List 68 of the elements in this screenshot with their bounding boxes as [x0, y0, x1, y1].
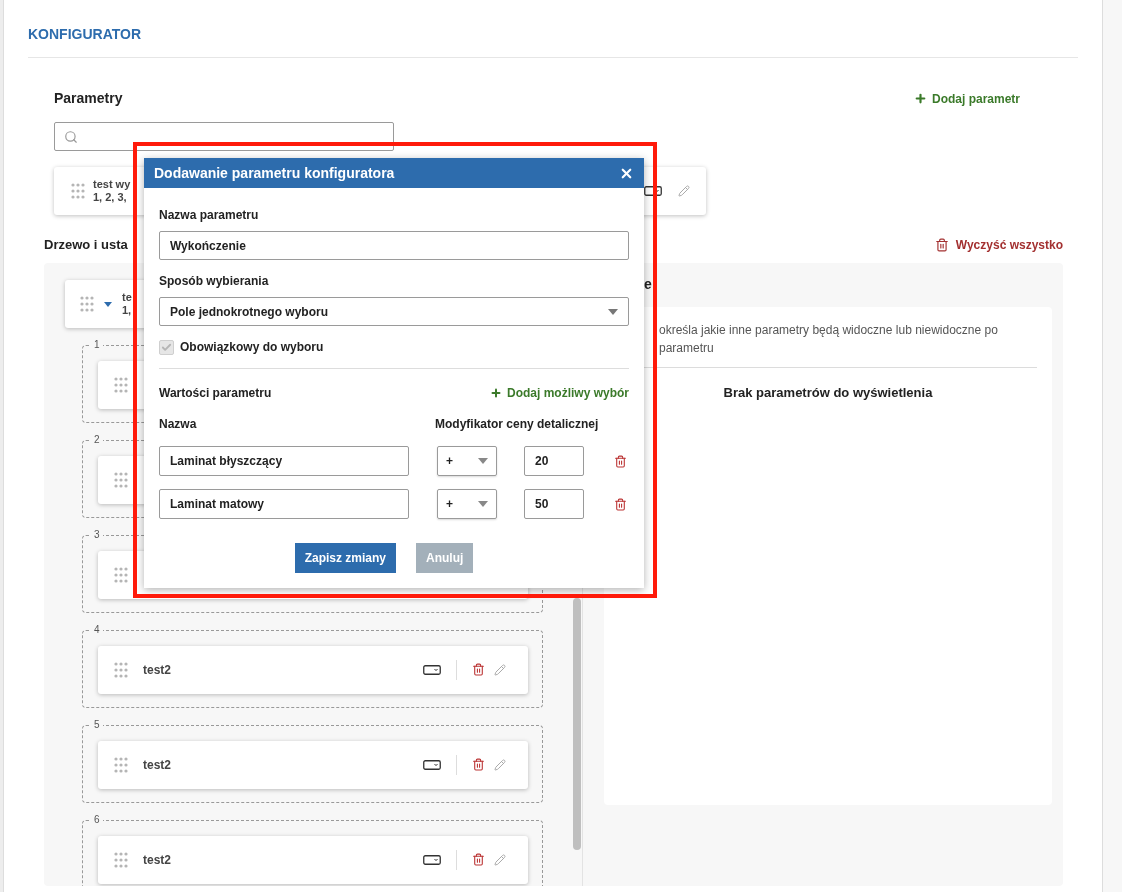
section-title: Drzewo i usta: [44, 236, 128, 254]
mode-select[interactable]: Pole jednokrotnego wyboru: [159, 297, 629, 326]
pencil-icon[interactable]: [494, 663, 506, 676]
drag-handle-icon[interactable]: [114, 660, 128, 679]
parameter-values: 1,: [122, 303, 132, 317]
pencil-icon[interactable]: [494, 853, 506, 866]
plus-icon: [490, 387, 502, 399]
sign-select[interactable]: +: [437, 489, 497, 519]
trash-icon[interactable]: [472, 758, 485, 771]
trash-icon: [934, 237, 949, 252]
pencil-icon[interactable]: [678, 185, 690, 197]
panel-title: e: [644, 275, 652, 294]
checkbox-label: Obowiązkowy do wyboru: [180, 339, 324, 356]
caret-down-icon[interactable]: [104, 299, 112, 308]
amount-input[interactable]: 50: [524, 489, 584, 519]
value-name-input[interactable]: Laminat błyszczący: [159, 446, 409, 476]
parameter-name: te: [122, 290, 132, 304]
name-input[interactable]: Wykończenie: [159, 231, 629, 260]
pencil-icon[interactable]: [494, 758, 506, 771]
dropdown-field-icon: [423, 854, 441, 865]
drag-handle-icon[interactable]: [114, 375, 128, 394]
parameter-values: 1, 2, 3,: [93, 191, 128, 204]
add-parameter-link[interactable]: Dodaj parametr: [913, 89, 1020, 108]
drag-handle-icon[interactable]: [80, 294, 94, 313]
drag-handle-icon[interactable]: [114, 470, 128, 489]
item-name: test2: [143, 756, 171, 774]
item-name: test2: [143, 851, 171, 869]
sign-select[interactable]: +: [437, 446, 497, 476]
caret-down-icon: [478, 501, 488, 507]
dropdown-field-icon: [423, 664, 441, 675]
drag-handle-icon[interactable]: [71, 182, 85, 200]
item-name: test2: [143, 661, 171, 679]
search-icon: [64, 129, 78, 144]
tree-item-card[interactable]: test2: [98, 645, 528, 694]
dropdown-field-icon: [644, 186, 662, 196]
value-name-input[interactable]: Laminat matowy: [159, 489, 409, 519]
add-choice-link[interactable]: Dodaj możliwy wybór: [490, 384, 629, 402]
dropdown-field-icon: [423, 759, 441, 770]
drag-handle-icon[interactable]: [114, 565, 128, 584]
save-button[interactable]: Zapisz zmiany: [294, 543, 396, 573]
dialog-title: Dodawanie parametru konfiguratora: [154, 163, 395, 183]
section-title: Wartości parametru: [159, 385, 272, 402]
trash-icon[interactable]: [614, 454, 627, 468]
field-label: Nazwa parametru: [159, 207, 260, 224]
column-header: Modyfikator ceny detalicznej: [435, 416, 599, 433]
trash-icon[interactable]: [614, 497, 627, 511]
section-title: Parametry: [54, 89, 123, 108]
trash-icon[interactable]: [472, 853, 485, 866]
drag-handle-icon[interactable]: [114, 755, 128, 774]
check-icon: [161, 341, 172, 353]
description-line: parametru: [659, 339, 715, 357]
tree-item-card[interactable]: test2: [98, 740, 528, 789]
drag-handle-icon[interactable]: [114, 850, 128, 869]
caret-down-icon: [478, 458, 488, 464]
parameter-name: test wy: [93, 178, 131, 191]
clear-all-link[interactable]: Wyczyść wszystko: [934, 235, 1063, 254]
field-label: Sposób wybierania: [159, 273, 270, 290]
description-line: określa jakie inne parametry będą widoczne lub niewidoczne po: [659, 321, 999, 339]
caret-down-icon: [608, 308, 618, 315]
search-field[interactable]: [54, 122, 394, 151]
scrollbar-thumb[interactable]: [573, 597, 581, 850]
plus-icon: [913, 92, 927, 105]
empty-message: Brak parametrów do wyświetlenia: [723, 384, 933, 400]
trash-icon[interactable]: [472, 663, 485, 676]
column-header: Nazwa: [159, 416, 198, 433]
page-title: KONFIGURATOR: [28, 26, 142, 42]
amount-input[interactable]: 20: [524, 446, 584, 476]
tree-item-card[interactable]: test2: [98, 835, 528, 884]
